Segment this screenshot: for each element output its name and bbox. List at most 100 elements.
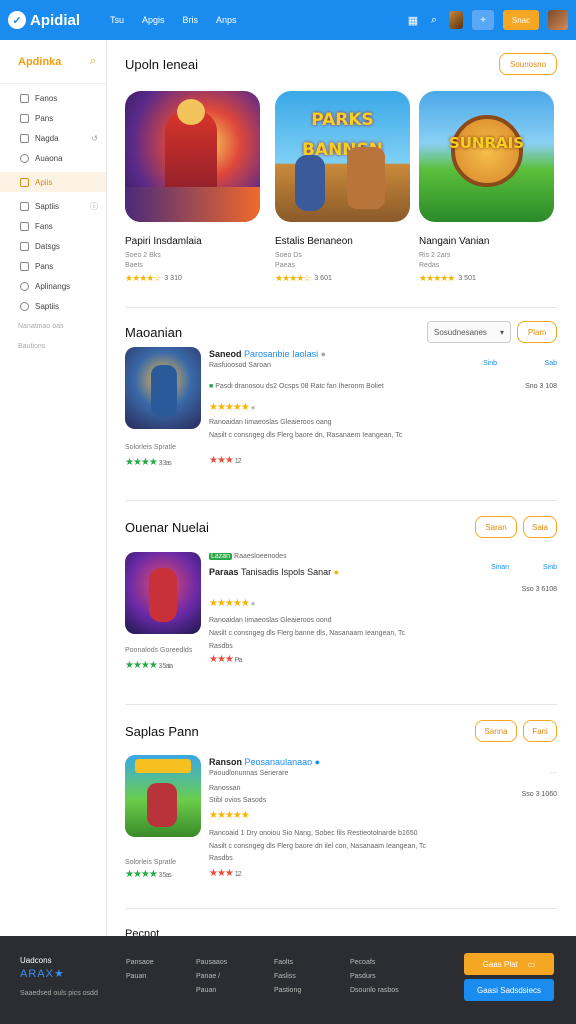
game-thumbnail[interactable] [125, 347, 201, 429]
row-title[interactable]: Paraas Tanisadis Ispols Sanar ● [209, 567, 339, 577]
section-button[interactable]: Sanna [475, 720, 517, 742]
search-icon[interactable]: ⌕ [90, 55, 96, 68]
star-icon: ● [333, 567, 340, 577]
row-subtitle: Rasfuoosod Saroan [209, 362, 271, 369]
section-button[interactable]: Plam [517, 321, 557, 343]
footer-column: Pausaaos Panae / Pauan [196, 956, 227, 998]
featured-see-all-button[interactable]: Sounosno [499, 53, 557, 75]
plus-button[interactable]: + [472, 10, 494, 30]
google-play-button[interactable]: Gaas Plat ▭ [464, 953, 554, 975]
badge-text: Raaesloeenodes [234, 553, 287, 560]
featured-card[interactable]: SUNRAIS Nangain Vanian Ris 2 2ars Redas … [419, 91, 554, 284]
topnav-item[interactable]: Apgis [142, 15, 165, 25]
list-item[interactable]: Saneod Parosanbie Iaolasi ● Rasfuoosod S… [125, 347, 557, 487]
row-title[interactable]: Saneod Parosanbie Iaolasi ● [209, 349, 326, 359]
star-rating: ★★★ 12 [209, 455, 241, 466]
sidebar-item[interactable]: Fanos [0, 88, 106, 108]
avatar[interactable] [548, 10, 568, 30]
game-logo [135, 759, 191, 773]
row-link[interactable]: Sinb [543, 564, 557, 571]
sidebar-item[interactable]: Datsgs [0, 236, 106, 256]
game-title[interactable]: Papiri Insdamlaia [125, 236, 260, 247]
character-figure [151, 365, 177, 417]
sidebar-muted-link[interactable]: Bautions [0, 336, 106, 356]
footer-link[interactable]: Panae / [196, 970, 227, 984]
sidebar-item[interactable]: Auaona [0, 148, 106, 168]
top-action-button[interactable]: Snac [503, 10, 539, 30]
row-link[interactable]: Sinan [491, 564, 509, 571]
game-thumbnail[interactable] [125, 552, 201, 634]
section-button[interactable]: Saran [475, 516, 517, 538]
footer-link[interactable]: Pastiong [274, 984, 301, 998]
grid-icon[interactable]: ▦ [407, 14, 419, 27]
topnav-item[interactable]: Anps [216, 15, 237, 25]
verified-icon: ● [320, 349, 327, 359]
star-rating: ★★★★ 3 5as [125, 869, 172, 880]
featured-card[interactable]: Papiri Insdamlaia Soeo 2 Bks Baets ★★★★☆… [125, 91, 260, 284]
footer-link[interactable]: Faolts [274, 956, 301, 970]
section-button[interactable]: Fani [523, 720, 557, 742]
footer-link[interactable]: Pecoafs [350, 956, 399, 970]
rating-count: 3 501 [458, 275, 476, 282]
app-store-button[interactable]: Gaasi Sadsdsiecs [464, 979, 554, 1001]
footer-link[interactable]: Pansaoe [126, 956, 154, 970]
game-meta: Redas [419, 262, 440, 269]
star-rating: ★★★★ 3 3as [125, 457, 172, 468]
row-link[interactable]: Sinb [483, 360, 497, 367]
sidebar-item[interactable]: Saptiis [0, 296, 106, 316]
game-thumbnail[interactable]: SUNRAIS [419, 91, 554, 222]
sidebar-item-label: Datsgs [35, 241, 60, 251]
list-item[interactable]: Ranson Peosanaulanaao ● Paoudlonunnas Se… [125, 755, 557, 895]
footer-link[interactable]: Pasdurs [350, 970, 399, 984]
topnav-item[interactable]: Tsu [110, 15, 124, 25]
sidebar-item[interactable]: Saptiis ⓘ [0, 196, 106, 216]
row-subtitle: Ranossan [209, 785, 241, 792]
user-avatar-small[interactable] [449, 11, 463, 29]
row-desc: Nasilt c consngeg dls Flerg baore dn, Ra… [209, 432, 403, 439]
sidebar-item-label: Aplinangs [35, 281, 71, 291]
sidebar-muted-link[interactable]: Nanatmao oas [0, 316, 106, 336]
footer-link[interactable]: Pausaaos [196, 956, 227, 970]
banner-text: PARKS BANNSN [301, 110, 384, 160]
footer-link[interactable]: Fasliss [274, 970, 301, 984]
topnav-item[interactable]: Bris [183, 15, 199, 25]
info-icon[interactable]: ⓘ [90, 201, 98, 212]
sidebar-item[interactable]: Pans [0, 108, 106, 128]
footer-link[interactable]: Dsounlo rasbos [350, 984, 399, 998]
list-item[interactable]: Lazan Raaesloeenodes Paraas Tanisadis Is… [125, 550, 557, 690]
row-desc: Nasilt c consngeg dls Flerg banne dls, N… [209, 630, 405, 637]
footer-link[interactable]: Pauan [196, 984, 227, 998]
footer-link[interactable]: Pauan [126, 970, 154, 984]
row-title[interactable]: Ranson Peosanaulanaao ● [209, 757, 320, 767]
search-icon[interactable]: ⌕ [428, 14, 440, 27]
sidebar-item[interactable]: Pans [0, 256, 106, 276]
sidebar-item-label: Saptiis [35, 201, 60, 211]
section-header: Maoanian Sosudnesanes ▾ Plam [125, 321, 557, 343]
game-thumbnail[interactable] [125, 91, 260, 222]
refresh-icon[interactable]: ↺ [91, 134, 98, 143]
footer-copyright: Saaedsed ouls pics osdd [20, 990, 98, 997]
footer-column: Pecoafs Pasdurs Dsounlo rasbos [350, 956, 399, 998]
sidebar-item-label: Auaona [35, 153, 63, 163]
sidebar-item[interactable]: Aplinangs [0, 276, 106, 296]
featured-card[interactable]: PARKS BANNSN Estalis Benaneon Soeo Ds Pa… [275, 91, 410, 284]
sort-dropdown[interactable]: Sosudnesanes ▾ [427, 321, 511, 343]
game-thumbnail[interactable]: PARKS BANNSN [275, 91, 410, 222]
row-link[interactable]: Sab [545, 360, 557, 367]
app-logo[interactable]: ✓ Apidial [8, 11, 80, 29]
game-title[interactable]: Estalis Benaneon [275, 236, 410, 247]
more-icon[interactable]: ⋯ [550, 769, 557, 777]
top-bar: ✓ Apidial Tsu Apgis Bris Anps ▦ ⌕ + Snac [0, 0, 576, 40]
star-rating: ★★★★★ [419, 273, 455, 283]
game-title[interactable]: Nangain Vanian [419, 236, 554, 247]
top-nav: Tsu Apgis Bris Anps [110, 15, 237, 25]
sidebar-item-active[interactable]: Apiis [0, 172, 106, 192]
row-caption: Poonalods Goreedlds [125, 647, 193, 654]
title-accent: Parosanbie Iaolasi [244, 349, 319, 359]
sidebar-item[interactable]: Nagda ↺ [0, 128, 106, 148]
divider [125, 908, 557, 909]
sidebar-item[interactable]: Fans [0, 216, 106, 236]
game-thumbnail[interactable] [125, 755, 201, 837]
section-title: Upoln Ieneai [125, 56, 198, 72]
section-button[interactable]: Saia [523, 516, 557, 538]
